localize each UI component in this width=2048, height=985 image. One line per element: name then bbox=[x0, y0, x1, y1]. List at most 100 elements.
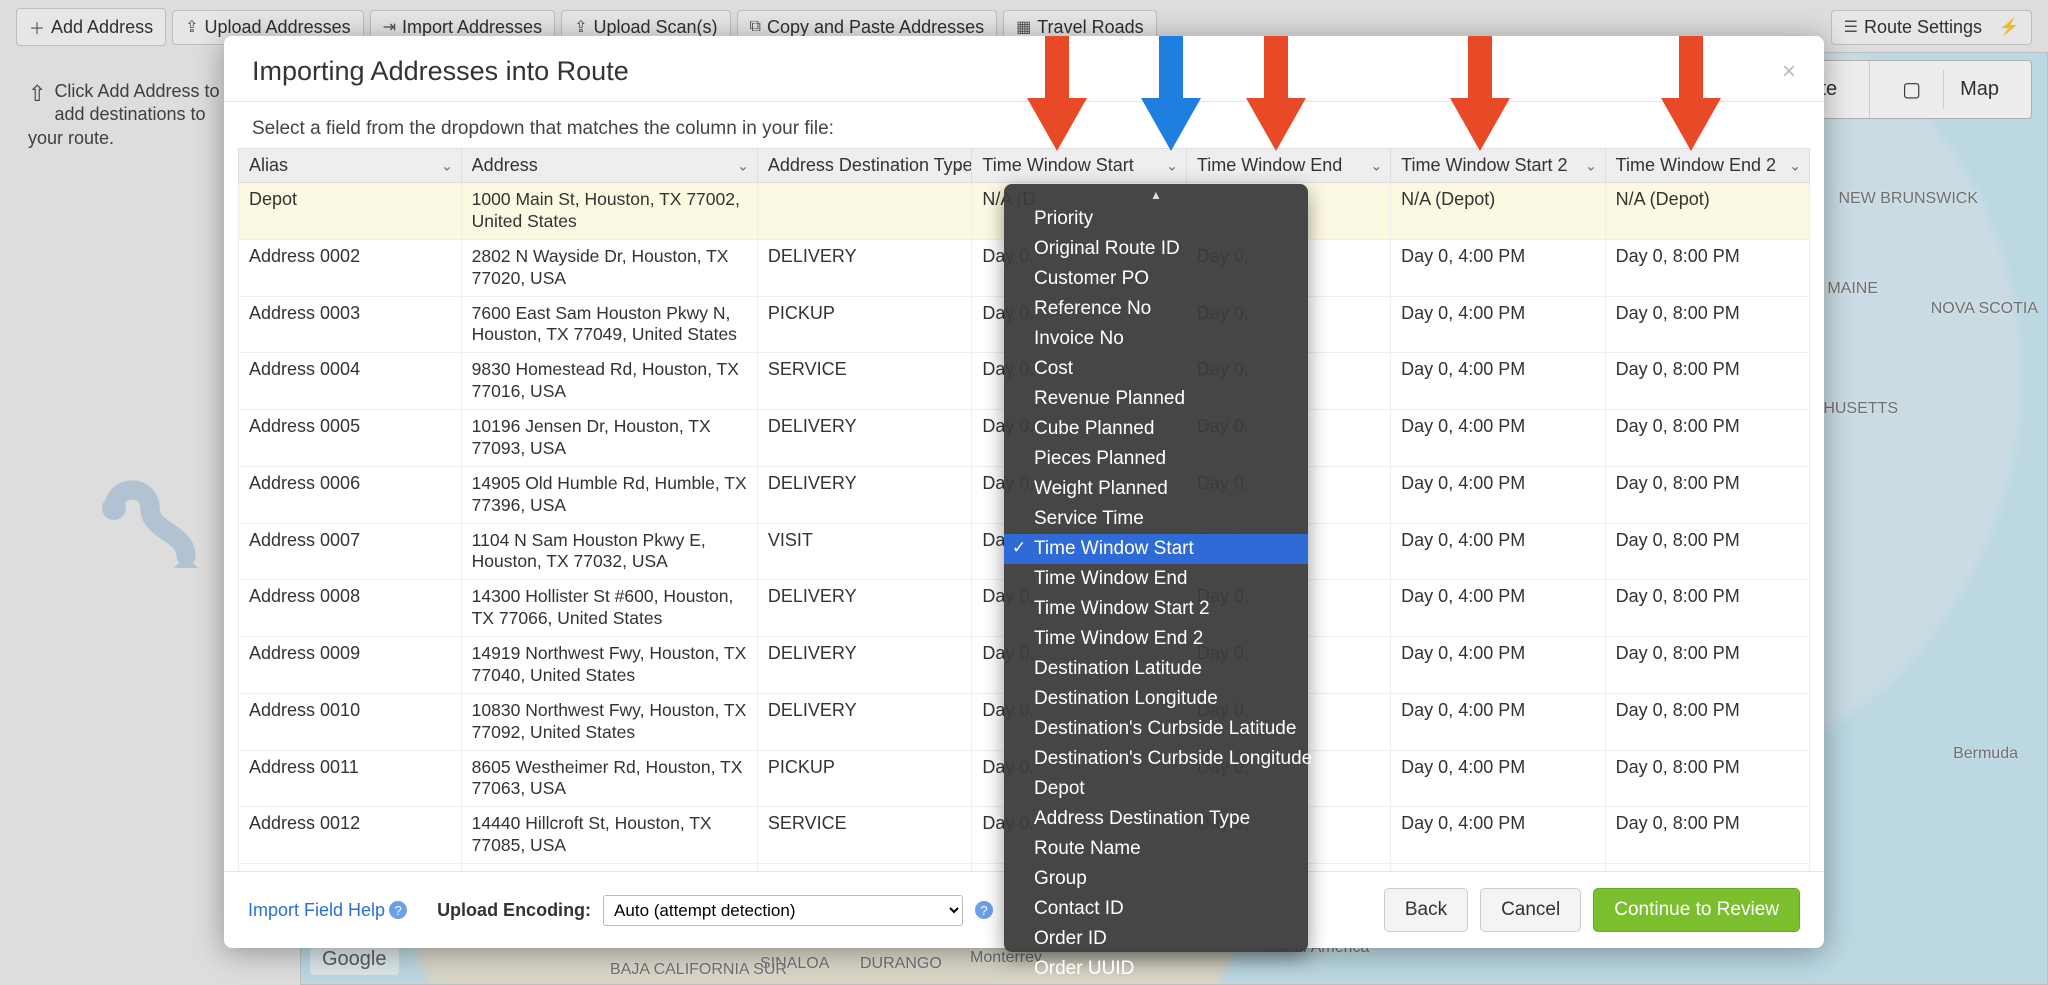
close-icon[interactable]: × bbox=[1782, 58, 1796, 86]
col-alias[interactable]: Alias⌄ bbox=[239, 149, 462, 183]
cell-twe2: Day 0, 8:00 PM bbox=[1605, 580, 1809, 637]
cell-twe2: Day 0, 8:00 PM bbox=[1605, 296, 1809, 353]
bolt-icon: ⚡ bbox=[1999, 17, 2019, 37]
dropdown-item[interactable]: Original Route ID bbox=[1004, 234, 1308, 264]
map-toggle[interactable]: ▢Map bbox=[1869, 61, 2031, 118]
dropdown-item[interactable]: Destination Latitude bbox=[1004, 654, 1308, 684]
chevron-down-icon: ⌄ bbox=[1370, 157, 1382, 174]
cell-alias: Address 0003 bbox=[239, 296, 462, 353]
col-tws2[interactable]: Time Window Start 2⌄ bbox=[1391, 149, 1606, 183]
cell-alias: Address 0005 bbox=[239, 410, 462, 467]
dropdown-item[interactable]: Destination's Curbside Longitude bbox=[1004, 744, 1308, 774]
dropdown-item[interactable]: Invoice No bbox=[1004, 324, 1308, 354]
dropdown-item[interactable]: Priority bbox=[1004, 204, 1308, 234]
back-button[interactable]: Back bbox=[1384, 888, 1468, 932]
dropdown-item[interactable]: Reference No bbox=[1004, 294, 1308, 324]
route-settings-button[interactable]: ☰Route Settings ⚡ bbox=[1831, 10, 2032, 45]
col-dest-type[interactable]: Address Destination Type⌄ bbox=[757, 149, 972, 183]
import-icon: ⇥ bbox=[383, 17, 396, 37]
cell-type bbox=[757, 183, 972, 240]
cell-address: 1000 Main St, Houston, TX 77002, United … bbox=[461, 183, 757, 240]
column-mapper-dropdown[interactable]: ▲ PriorityOriginal Route IDCustomer PORe… bbox=[1004, 184, 1308, 952]
scroll-up-icon[interactable]: ▲ bbox=[1004, 188, 1308, 204]
col-twe2[interactable]: Time Window End 2⌄ bbox=[1605, 149, 1809, 183]
cell-type: DELIVERY bbox=[757, 693, 972, 750]
cell-address: 14905 Old Humble Rd, Humble, TX 77396, U… bbox=[461, 466, 757, 523]
cell-tws2: Day 0, 4:00 PM bbox=[1391, 580, 1606, 637]
cell-tws2: Day 0, 4:00 PM bbox=[1391, 750, 1606, 807]
add-address-button[interactable]: ＋Add Address bbox=[16, 8, 166, 46]
cell-address: 7600 East Sam Houston Pkwy N, Houston, T… bbox=[461, 296, 757, 353]
cancel-button[interactable]: Cancel bbox=[1480, 888, 1581, 932]
cell-tws2: Day 0, 4:00 PM bbox=[1391, 807, 1606, 864]
dropdown-item[interactable]: Revenue Planned bbox=[1004, 384, 1308, 414]
cell-tws2: Day 0, 4:00 PM bbox=[1391, 637, 1606, 694]
help-icon: ? bbox=[389, 901, 407, 919]
dropdown-item[interactable]: Group bbox=[1004, 864, 1308, 894]
dropdown-item[interactable]: Address Destination Type bbox=[1004, 804, 1308, 834]
cell-tws2: N/A (Depot) bbox=[1391, 183, 1606, 240]
dropdown-item[interactable]: Time Window End 2 bbox=[1004, 624, 1308, 654]
col-tws[interactable]: Time Window Start⌄ bbox=[972, 149, 1187, 183]
dropdown-item[interactable]: Order ID bbox=[1004, 924, 1308, 954]
cell-type: VISIT bbox=[757, 523, 972, 580]
cell-alias: Address 0012 bbox=[239, 807, 462, 864]
map-icon: ▢ bbox=[1886, 69, 1937, 110]
cell-twe2: Day 0, 8:00 PM bbox=[1605, 410, 1809, 467]
cell-alias: Address 0010 bbox=[239, 693, 462, 750]
cell-address: 1104 N Sam Houston Pkwy E, Houston, TX 7… bbox=[461, 523, 757, 580]
cell-tws2: Day 0, 4:00 PM bbox=[1391, 410, 1606, 467]
dropdown-item[interactable]: Destination Longitude bbox=[1004, 684, 1308, 714]
upload-hint-icon: ⇧ bbox=[28, 80, 46, 109]
col-twe[interactable]: Time Window End⌄ bbox=[1186, 149, 1390, 183]
cell-type: DELIVERY bbox=[757, 410, 972, 467]
encoding-label: Upload Encoding: bbox=[437, 900, 591, 921]
import-field-help-link[interactable]: Import Field Help ? bbox=[248, 900, 407, 921]
chevron-down-icon: ⌄ bbox=[441, 157, 453, 174]
cell-type: DELIVERY bbox=[757, 580, 972, 637]
modal-subtitle: Select a field from the dropdown that ma… bbox=[224, 102, 1824, 148]
dropdown-item[interactable]: Cost bbox=[1004, 354, 1308, 384]
chevron-down-icon: ⌄ bbox=[737, 157, 749, 174]
cell-alias: Address 0006 bbox=[239, 466, 462, 523]
dropdown-item[interactable]: Time Window Start 2 bbox=[1004, 594, 1308, 624]
dropdown-item[interactable]: Pieces Planned bbox=[1004, 444, 1308, 474]
col-address[interactable]: Address⌄ bbox=[461, 149, 757, 183]
dropdown-item[interactable]: Weight Planned bbox=[1004, 474, 1308, 504]
dropdown-item[interactable]: Customer PO bbox=[1004, 264, 1308, 294]
cell-type: SERVICE bbox=[757, 807, 972, 864]
cell-address: 10830 Northwest Fwy, Houston, TX 77092, … bbox=[461, 693, 757, 750]
cell-address: 9830 Homestead Rd, Houston, TX 77016, US… bbox=[461, 353, 757, 410]
cell-address: 14919 Northwest Fwy, Houston, TX 77040, … bbox=[461, 637, 757, 694]
cell-tws2: Day 0, 4:00 PM bbox=[1391, 693, 1606, 750]
help-icon[interactable]: ? bbox=[975, 901, 993, 919]
cell-twe2: Day 0, 8:00 PM bbox=[1605, 864, 1809, 872]
cell-alias: Address 0007 bbox=[239, 523, 462, 580]
sidebar-hint: ⇧ Click Add Address to add destinations … bbox=[28, 80, 228, 150]
dropdown-item[interactable]: Order UUID bbox=[1004, 954, 1308, 984]
continue-button[interactable]: Continue to Review bbox=[1593, 888, 1800, 932]
cell-alias: Address 0013 bbox=[239, 864, 462, 872]
cell-address: 7410 Cullen Blvd, Houston, TX 77021, Uni… bbox=[461, 864, 757, 872]
cell-address: 14300 Hollister St #600, Houston, TX 770… bbox=[461, 580, 757, 637]
dropdown-item[interactable]: Route Name bbox=[1004, 834, 1308, 864]
upload-icon: ⇪ bbox=[185, 17, 198, 37]
cell-alias: Address 0009 bbox=[239, 637, 462, 694]
cell-tws2: Day 0, 4:00 PM bbox=[1391, 466, 1606, 523]
cell-tws2: Day 0, 4:00 PM bbox=[1391, 296, 1606, 353]
dropdown-item[interactable]: Cube Planned bbox=[1004, 414, 1308, 444]
dropdown-item[interactable]: Destination's Curbside Latitude bbox=[1004, 714, 1308, 744]
dropdown-item[interactable]: Service Time bbox=[1004, 504, 1308, 534]
dropdown-item[interactable]: Time Window Start bbox=[1004, 534, 1308, 564]
cell-alias: Address 0004 bbox=[239, 353, 462, 410]
dropdown-item[interactable]: Depot bbox=[1004, 774, 1308, 804]
encoding-select[interactable]: Auto (attempt detection) bbox=[603, 895, 963, 926]
cell-type: DELIVERY bbox=[757, 864, 972, 872]
dropdown-item[interactable]: Time Window End bbox=[1004, 564, 1308, 594]
chevron-down-icon: ⌄ bbox=[1789, 157, 1801, 174]
cell-type: DELIVERY bbox=[757, 239, 972, 296]
cell-tws2: Day 0, 4:00 PM bbox=[1391, 523, 1606, 580]
dropdown-item[interactable]: Contact ID bbox=[1004, 894, 1308, 924]
cell-twe2: Day 0, 8:00 PM bbox=[1605, 239, 1809, 296]
chevron-down-icon: ⌄ bbox=[1585, 157, 1597, 174]
